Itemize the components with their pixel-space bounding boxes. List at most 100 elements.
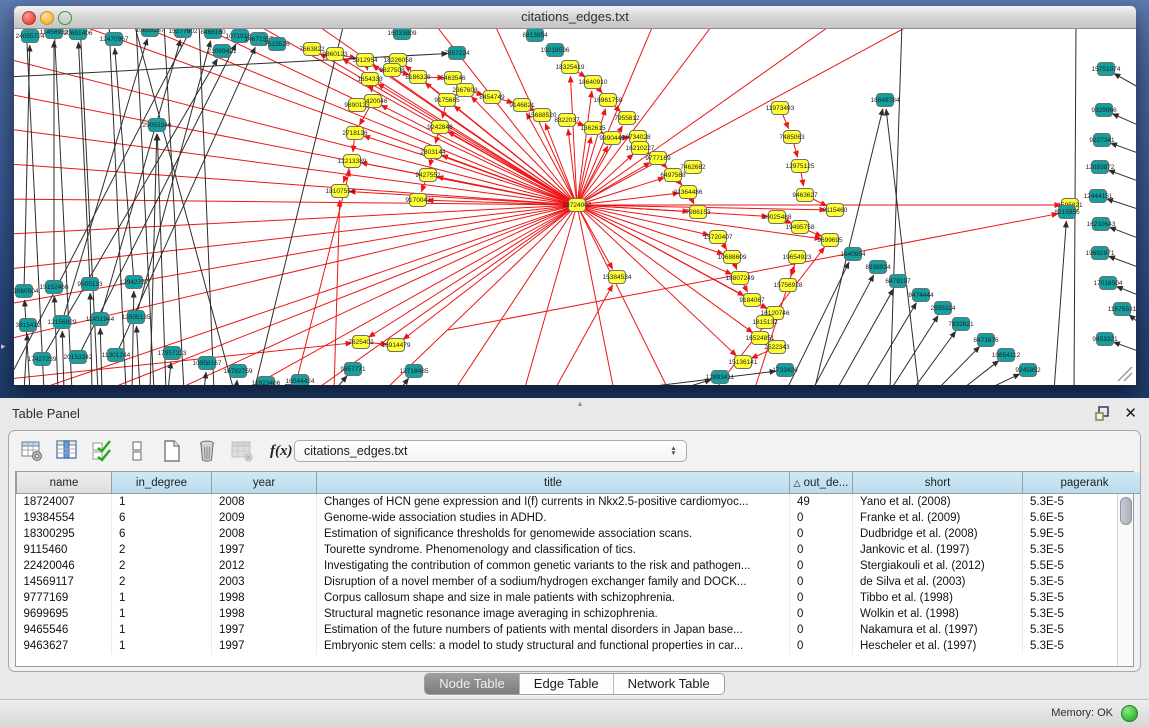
table-cell[interactable]: 1997 xyxy=(212,638,317,654)
table-cell[interactable]: de Silva et al. (2003) xyxy=(853,574,1023,590)
graph-node[interactable]: 10958167 xyxy=(193,357,222,370)
graph-node[interactable]: 7955812 xyxy=(614,112,640,125)
graph-node[interactable]: 11973493 xyxy=(766,102,795,115)
table-cell[interactable]: 1 xyxy=(112,494,212,511)
graph-edge[interactable] xyxy=(378,84,577,205)
graph-edge[interactable] xyxy=(554,285,613,385)
graph-edge[interactable] xyxy=(577,29,714,205)
graph-edge[interactable] xyxy=(577,205,736,356)
table-cell[interactable]: 9463627 xyxy=(17,638,112,654)
table-cell[interactable]: 6 xyxy=(112,526,212,542)
table-cell[interactable]: 0 xyxy=(790,558,853,574)
graph-node[interactable]: 18325419 xyxy=(556,61,585,74)
graph-edge[interactable] xyxy=(577,205,669,385)
table-row[interactable]: 946554611997Estimation of the future num… xyxy=(17,622,1142,638)
graph-edge[interactable] xyxy=(1113,342,1136,351)
table-cell[interactable]: 49 xyxy=(790,494,853,511)
table-cell[interactable]: Franke et al. (2009) xyxy=(853,510,1023,526)
table-cell[interactable]: Estimation of the future numbers of pati… xyxy=(317,622,790,638)
delete-column-icon[interactable] xyxy=(195,439,219,463)
window-titlebar[interactable]: citations_edges.txt xyxy=(14,6,1136,29)
table-cell[interactable]: Investigating the contribution of common… xyxy=(317,558,790,574)
graph-node[interactable]: 11675531 xyxy=(1108,303,1136,316)
column-header-title[interactable]: title xyxy=(317,472,790,494)
table-cell[interactable]: 9699695 xyxy=(17,606,112,622)
graph-node[interactable]: 10655287 xyxy=(136,29,165,37)
graph-node[interactable]: 1654338 xyxy=(357,73,383,86)
graph-node[interactable]: 7663822 xyxy=(299,43,325,56)
memory-status-indicator[interactable] xyxy=(1121,705,1138,722)
graph-edge[interactable] xyxy=(936,346,980,385)
table-cell[interactable]: 18724007 xyxy=(17,494,112,511)
graph-node[interactable]: 8466160 xyxy=(200,29,226,39)
graph-edge[interactable] xyxy=(14,94,577,205)
column-header-year[interactable]: year xyxy=(212,472,317,494)
table-cell[interactable]: Tibbo et al. (1998) xyxy=(853,590,1023,606)
graph-node[interactable]: 8454749 xyxy=(479,91,505,104)
graph-node[interactable]: 10688609 xyxy=(718,251,747,264)
graph-node[interactable]: 8471676 xyxy=(973,334,999,347)
graph-node[interactable]: 9857771 xyxy=(340,363,366,376)
graph-node[interactable]: 15384534 xyxy=(603,271,632,284)
graph-edge[interactable] xyxy=(1114,73,1136,87)
graph-node[interactable]: 7857224 xyxy=(444,47,470,60)
graph-edge[interactable] xyxy=(136,29,154,385)
graph-node[interactable]: 9242848 xyxy=(427,121,453,134)
graph-node[interactable]: 23060504 xyxy=(14,285,39,298)
function-builder-icon[interactable]: f(x) xyxy=(270,443,293,460)
table-cell[interactable]: Estimation of significance thresholds fo… xyxy=(317,526,790,542)
graph-edge[interactable] xyxy=(14,205,577,269)
table-cell[interactable]: 1998 xyxy=(212,590,317,606)
graph-node[interactable]: 18107554 xyxy=(326,185,355,198)
graph-edge[interactable] xyxy=(960,361,999,385)
graph-node[interactable]: 7625402 xyxy=(348,336,374,349)
toggle-columns-icon[interactable] xyxy=(55,439,79,463)
table-cell[interactable]: 1 xyxy=(112,590,212,606)
table-cell[interactable]: 9777169 xyxy=(17,590,112,606)
graph-node[interactable]: 9227341 xyxy=(1089,134,1115,147)
float-window-icon[interactable] xyxy=(1094,405,1111,422)
tab-node-table[interactable]: Node Table xyxy=(425,674,520,694)
graph-node[interactable]: 19218596 xyxy=(541,44,570,57)
graph-node[interactable]: 3915412 xyxy=(15,319,41,332)
table-cell[interactable]: 1998 xyxy=(212,606,317,622)
table-cell[interactable]: 2008 xyxy=(212,526,317,542)
graph-edge[interactable] xyxy=(134,29,234,385)
table-row[interactable]: 1830029562008Estimation of significance … xyxy=(17,526,1142,542)
graph-node[interactable]: 9427552 xyxy=(415,169,441,182)
column-header-pagerank[interactable]: pagerank xyxy=(1023,472,1142,494)
graph-node[interactable]: 20153342 xyxy=(64,351,93,364)
graph-node[interactable]: 29053346 xyxy=(143,119,172,132)
graph-node[interactable]: 12975125 xyxy=(786,160,815,173)
graph-node[interactable]: 9990448 xyxy=(599,132,625,145)
graph-node[interactable]: 12505135 xyxy=(122,311,151,324)
graph-node[interactable]: 2522343 xyxy=(764,341,790,354)
graph-node[interactable]: 9184067 xyxy=(739,294,765,307)
create-column-icon[interactable] xyxy=(160,439,184,463)
table-cell[interactable]: 14569117 xyxy=(17,574,112,590)
graph-node[interactable]: 20691406 xyxy=(64,29,93,40)
graph-node[interactable]: 15751074 xyxy=(1092,63,1121,76)
graph-edge[interactable] xyxy=(14,129,577,205)
scrollbar-thumb[interactable] xyxy=(1120,497,1132,525)
graph-edge[interactable] xyxy=(1116,286,1136,295)
table-cell[interactable]: 1 xyxy=(112,638,212,654)
table-cell[interactable]: Changes of HCN gene expression and I(f) … xyxy=(317,494,790,511)
table-row[interactable]: 2242004622012Investigating the contribut… xyxy=(17,558,1142,574)
graph-node[interactable]: 2367608 xyxy=(452,84,478,97)
graph-node[interactable]: 16044424 xyxy=(286,375,315,386)
graph-edge[interactable] xyxy=(174,205,577,385)
graph-edge[interactable] xyxy=(399,378,409,385)
graph-edge[interactable] xyxy=(244,205,577,385)
graph-edge[interactable] xyxy=(204,372,206,385)
table-cell[interactable]: Disruption of a novel member of a sodium… xyxy=(317,574,790,590)
graph-node[interactable]: 7485063 xyxy=(779,131,805,144)
tab-edge-table[interactable]: Edge Table xyxy=(520,674,614,694)
table-cell[interactable]: 2 xyxy=(112,574,212,590)
graph-edge[interactable] xyxy=(384,205,577,385)
graph-edge[interactable] xyxy=(334,376,347,385)
table-row[interactable]: 1872400712008Changes of HCN gene express… xyxy=(17,494,1142,511)
table-cell[interactable]: 2008 xyxy=(212,494,317,511)
table-cell[interactable]: Dudbridge et al. (2008) xyxy=(853,526,1023,542)
table-row[interactable]: 977716911998Corpus callosum shape and si… xyxy=(17,590,1142,606)
